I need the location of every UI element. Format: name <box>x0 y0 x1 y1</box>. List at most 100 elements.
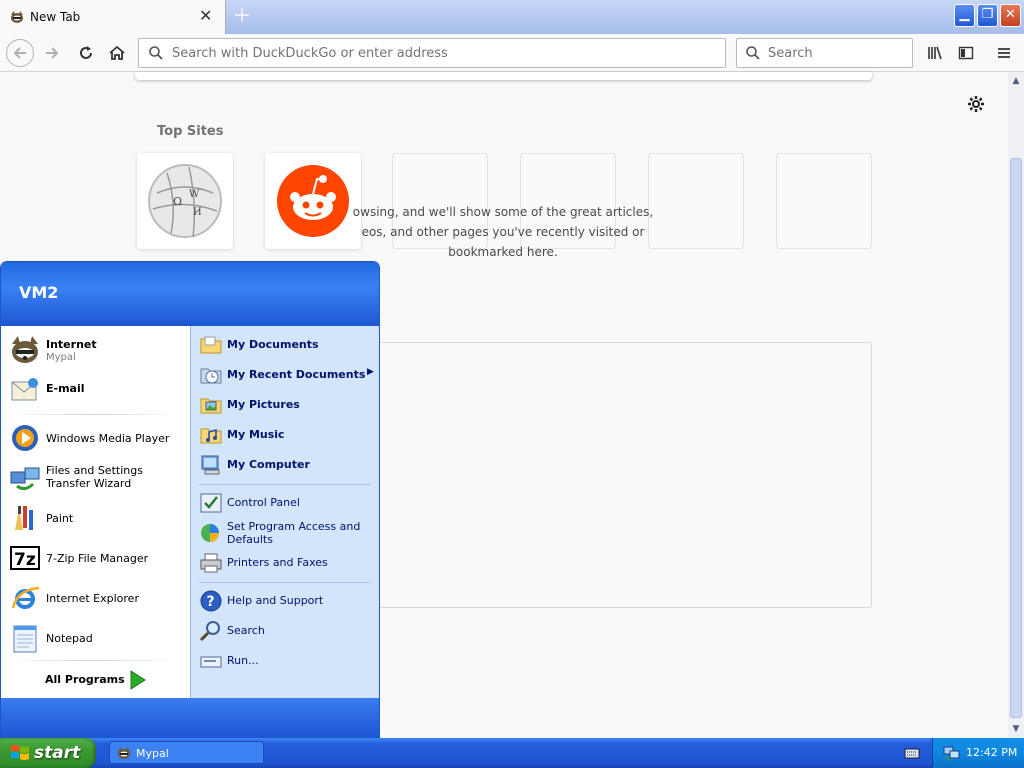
start-label: start <box>34 743 81 763</box>
start-menu-places-pane: My Documents My Recent Documents ▶ My Pi… <box>190 326 379 698</box>
search-input[interactable]: Search <box>736 38 913 68</box>
sidebar-button[interactable] <box>952 39 980 67</box>
top-site-wikipedia[interactable]: Ω W И <box>137 153 233 249</box>
title-bar: New Tab ✕ + ▁ ❐ ✕ <box>0 0 1024 34</box>
start-item-label: Run... <box>227 654 259 667</box>
start-item-label: My Pictures <box>227 398 300 411</box>
start-button[interactable]: start <box>0 738 96 768</box>
start-item-control-panel[interactable]: Control Panel <box>199 488 377 518</box>
page-search-box[interactable] <box>135 72 872 80</box>
mypal-icon <box>118 747 130 759</box>
highlights-empty-state <box>372 342 872 608</box>
all-programs-button[interactable]: All Programs <box>45 673 125 686</box>
divider <box>9 660 179 661</box>
svg-text:И: И <box>193 207 202 218</box>
tab-close-icon[interactable]: ✕ <box>199 8 212 24</box>
svg-text:7z: 7z <box>14 550 36 570</box>
library-icon <box>928 46 942 60</box>
recent-documents-icon <box>200 368 222 384</box>
customize-button[interactable] <box>966 94 986 117</box>
start-item-sublabel: Mypal <box>46 352 76 363</box>
close-window-button[interactable]: ✕ <box>1000 4 1021 27</box>
vertical-scrollbar[interactable]: ▲ ▼ <box>1008 72 1024 738</box>
url-input[interactable]: Search with DuckDuckGo or enter address <box>138 38 726 68</box>
paint-icon <box>15 506 33 530</box>
start-item-my-pictures[interactable]: My Pictures <box>199 390 377 420</box>
mypal-icon <box>12 336 38 363</box>
reload-button[interactable] <box>72 39 100 67</box>
start-item-internet[interactable]: Internet Mypal <box>9 332 189 368</box>
clock[interactable]: 12:42 PM <box>966 746 1017 759</box>
start-item-program-access[interactable]: Set Program Access and Defaults <box>199 518 377 548</box>
search-icon <box>199 621 220 642</box>
start-item-run[interactable]: Run... <box>199 646 377 676</box>
submenu-arrow-icon: ▶ <box>367 367 374 377</box>
search-icon <box>746 46 760 60</box>
start-item-internet-explorer[interactable]: Internet Explorer <box>9 580 189 616</box>
mypal-icon <box>11 11 23 23</box>
keyboard-icon[interactable] <box>904 746 920 760</box>
start-item-label: Printers and Faxes <box>227 556 328 569</box>
tab-new-tab[interactable]: New Tab ✕ <box>0 0 226 34</box>
start-menu-footer <box>1 698 379 737</box>
start-item-my-documents[interactable]: My Documents <box>199 330 377 360</box>
start-item-paint[interactable]: Paint <box>9 500 189 536</box>
ie-icon <box>11 586 40 609</box>
menu-button[interactable] <box>990 39 1018 67</box>
divider <box>9 414 179 415</box>
start-item-label: My Documents <box>227 338 319 351</box>
highlights-line: owsing, and we'll show some of the great… <box>352 205 654 219</box>
scrollbar-thumb[interactable] <box>1010 158 1022 718</box>
url-placeholder: Search with DuckDuckGo or enter address <box>172 46 448 61</box>
start-item-email[interactable]: E-mail <box>9 372 189 408</box>
printer-icon <box>200 553 222 573</box>
start-item-label: Paint <box>46 512 74 525</box>
top-site-empty-slot[interactable] <box>776 153 872 249</box>
highlights-message: owsing, and we'll show some of the great… <box>266 202 740 262</box>
restore-button[interactable]: ❐ <box>977 4 998 27</box>
start-item-search[interactable]: Search <box>199 616 377 646</box>
start-item-my-music[interactable]: My Music <box>199 420 377 450</box>
taskbar-item-mypal[interactable]: Mypal <box>109 741 264 764</box>
start-item-label: Set Program Access and Defaults <box>227 520 361 546</box>
start-item-7zip[interactable]: 7z 7-Zip File Manager <box>9 540 189 576</box>
start-menu: VM2 Internet Mypal E-mail Windows Media … <box>0 261 380 738</box>
start-item-notepad[interactable]: Notepad <box>9 620 189 656</box>
start-item-my-recent-documents[interactable]: My Recent Documents ▶ <box>199 360 377 390</box>
scroll-up-arrow-icon[interactable]: ▲ <box>1010 74 1022 88</box>
start-item-transfer-wizard[interactable]: Files and Settings Transfer Wizard <box>9 460 189 496</box>
home-button[interactable] <box>103 39 131 67</box>
start-item-label: Control Panel <box>227 496 300 509</box>
scroll-down-arrow-icon[interactable]: ▼ <box>1010 722 1022 736</box>
play-arrow-icon[interactable] <box>129 669 147 691</box>
start-item-label: 7-Zip File Manager <box>46 552 149 565</box>
email-icon <box>11 378 38 401</box>
start-item-label: My Computer <box>227 458 310 471</box>
minimize-button[interactable]: ▁ <box>954 4 975 27</box>
pictures-folder-icon <box>200 398 222 414</box>
reload-icon <box>80 46 92 59</box>
start-item-my-computer[interactable]: My Computer <box>199 450 377 480</box>
start-item-label: Internet Explorer <box>46 592 139 605</box>
taskbar: start Mypal 12:42 PM <box>0 738 1024 768</box>
windows-logo-icon <box>11 745 29 760</box>
arrow-left-icon <box>13 47 26 59</box>
start-menu-programs-pane: Internet Mypal E-mail Windows Media Play… <box>1 326 190 698</box>
start-item-help-and-support[interactable]: ? Help and Support <box>199 586 377 616</box>
highlights-line: bookmarked here. <box>448 245 558 259</box>
library-button[interactable] <box>921 39 949 67</box>
new-tab-plus-icon[interactable]: + <box>230 5 254 29</box>
start-item-printers-and-faxes[interactable]: Printers and Faxes <box>199 548 377 578</box>
start-item-label: Internet <box>46 338 97 351</box>
tab-title: New Tab <box>30 10 81 24</box>
music-folder-icon <box>200 428 222 444</box>
program-access-icon <box>201 524 219 542</box>
back-button[interactable] <box>6 39 34 67</box>
navigation-toolbar: Search with DuckDuckGo or enter address … <box>0 34 1024 72</box>
start-menu-header: VM2 <box>1 262 379 326</box>
network-icon[interactable] <box>943 745 961 761</box>
forward-button[interactable] <box>38 39 66 67</box>
divider <box>199 582 371 583</box>
start-item-windows-media-player[interactable]: Windows Media Player <box>9 420 189 456</box>
divider <box>199 484 371 485</box>
